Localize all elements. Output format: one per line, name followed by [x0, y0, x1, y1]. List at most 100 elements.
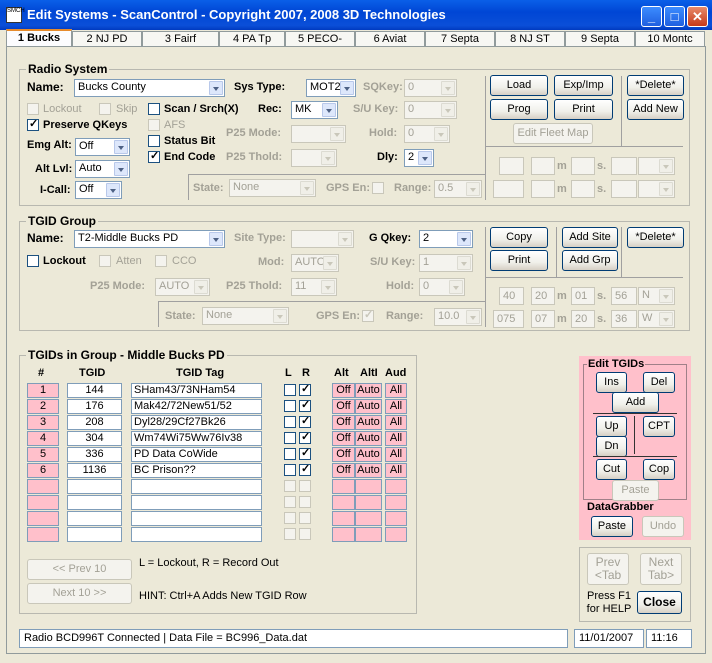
- lockout-checkbox[interactable]: [284, 400, 296, 412]
- alt-level-cell[interactable]: Auto: [355, 447, 382, 462]
- alt-level-cell[interactable]: Auto: [355, 383, 382, 398]
- audio-cell[interactable]: [385, 479, 407, 494]
- site-type-select[interactable]: [291, 230, 354, 248]
- prog-button[interactable]: Prog: [490, 99, 548, 120]
- group-lon-dir-select[interactable]: W: [638, 310, 675, 328]
- del-button[interactable]: Del: [643, 372, 675, 393]
- audio-cell[interactable]: All: [385, 463, 407, 478]
- lockout-checkbox[interactable]: [284, 480, 296, 492]
- record-checkbox[interactable]: ✓: [299, 415, 311, 428]
- tgid-cell[interactable]: 336: [67, 447, 122, 462]
- lockout-checkbox[interactable]: [284, 512, 296, 524]
- add-site-button[interactable]: Add Site: [562, 227, 618, 248]
- tgid-tag-cell[interactable]: [131, 495, 262, 510]
- group-name-select[interactable]: T2-Middle Bucks PD: [74, 230, 225, 248]
- delete-group-button[interactable]: *Delete*: [627, 227, 684, 248]
- alt-level-cell[interactable]: [355, 495, 382, 510]
- dn-button[interactable]: Dn: [596, 436, 627, 457]
- tab-7[interactable]: 7 Septa: [425, 31, 495, 46]
- alt-cell[interactable]: Off: [332, 415, 355, 430]
- sys-type-select[interactable]: MOT2: [306, 79, 356, 97]
- p25-mode-select[interactable]: [291, 125, 346, 143]
- ins-button[interactable]: Ins: [596, 372, 627, 393]
- mod-select[interactable]: AUTO: [291, 254, 339, 272]
- alt-level-cell[interactable]: [355, 527, 382, 542]
- group-lat-deg-input[interactable]: 40: [499, 287, 524, 305]
- lat-min-input[interactable]: [531, 157, 555, 175]
- group-lat-dir-select[interactable]: N: [638, 287, 675, 305]
- group-su-key-select[interactable]: 1: [419, 254, 473, 272]
- lon-sec-input[interactable]: [571, 180, 595, 198]
- group-lat-min-input[interactable]: 20: [531, 287, 555, 305]
- dly-select[interactable]: 2: [404, 149, 434, 167]
- tab-8[interactable]: 8 NJ ST: [495, 31, 565, 46]
- lockout-checkbox[interactable]: [284, 432, 296, 444]
- group-lon-deg-input[interactable]: 075: [493, 310, 524, 328]
- lon-sec2-input[interactable]: [611, 180, 637, 198]
- load-button[interactable]: Load: [490, 75, 548, 96]
- tab-10[interactable]: 10 Montc: [635, 31, 705, 46]
- tgid-tag-cell[interactable]: [131, 479, 262, 494]
- alt-cell[interactable]: Off: [332, 399, 355, 414]
- lockout-checkbox[interactable]: [284, 416, 296, 428]
- alt-cell[interactable]: [332, 479, 355, 494]
- tgid-cell[interactable]: 1136: [67, 463, 122, 478]
- tab-3[interactable]: 3 Fairf: [142, 31, 219, 46]
- lat-sec-input[interactable]: [571, 157, 595, 175]
- lockout-checkbox[interactable]: [284, 448, 296, 460]
- lat-sec2-input[interactable]: [611, 157, 637, 175]
- edit-fleet-map-button[interactable]: Edit Fleet Map: [513, 123, 593, 144]
- tgid-cell[interactable]: [67, 511, 122, 526]
- tgid-tag-cell[interactable]: BC Prison??: [131, 463, 262, 478]
- group-p25-mode-select[interactable]: AUTO: [155, 278, 210, 296]
- group-lon-sec2-input[interactable]: 36: [611, 310, 637, 328]
- undo-button[interactable]: Undo: [642, 516, 684, 537]
- alt-level-cell[interactable]: Auto: [355, 463, 382, 478]
- tgid-cell[interactable]: 176: [67, 399, 122, 414]
- alt-cell[interactable]: Off: [332, 383, 355, 398]
- cop-button[interactable]: Cop: [643, 459, 675, 480]
- group-p25-thold-select[interactable]: 11: [291, 278, 337, 296]
- next-10-button[interactable]: Next 10 >>: [27, 583, 132, 604]
- p25-thold-select[interactable]: [291, 149, 337, 167]
- audio-cell[interactable]: [385, 511, 407, 526]
- lat-deg-input[interactable]: [499, 157, 524, 175]
- tab-6[interactable]: 6 Aviat: [355, 31, 425, 46]
- su-key-select[interactable]: 0: [404, 101, 457, 119]
- emg-alt-select[interactable]: Off: [75, 138, 130, 156]
- close-button[interactable]: Close: [637, 591, 682, 614]
- skip-checkbox[interactable]: [99, 103, 111, 115]
- alt-level-cell[interactable]: [355, 511, 382, 526]
- alt-cell[interactable]: [332, 511, 355, 526]
- afs-checkbox[interactable]: [148, 119, 160, 131]
- atten-checkbox[interactable]: [99, 255, 111, 267]
- rec-select[interactable]: MK: [291, 101, 338, 119]
- state-select[interactable]: None: [229, 179, 316, 197]
- maximize-button[interactable]: □: [664, 6, 685, 27]
- up-button[interactable]: Up: [596, 416, 627, 437]
- alt-level-cell[interactable]: Auto: [355, 431, 382, 446]
- record-checkbox[interactable]: [299, 512, 311, 524]
- group-lockout-checkbox[interactable]: [27, 255, 39, 267]
- record-checkbox[interactable]: ✓: [299, 463, 311, 476]
- alt-level-cell[interactable]: Auto: [355, 399, 382, 414]
- copy-group-button[interactable]: Copy: [490, 227, 548, 248]
- tgid-cell[interactable]: 304: [67, 431, 122, 446]
- print-system-button[interactable]: Print: [554, 99, 613, 120]
- lockout-checkbox[interactable]: [284, 528, 296, 540]
- prev-tab-button[interactable]: Prev <Tab: [587, 553, 629, 585]
- group-state-select[interactable]: None: [202, 307, 289, 325]
- system-name-select[interactable]: Bucks County: [74, 79, 225, 97]
- status-bit-checkbox[interactable]: [148, 135, 160, 147]
- group-range-select[interactable]: 10.0: [434, 308, 482, 326]
- tab-2[interactable]: 2 NJ PD: [72, 31, 142, 46]
- sqkey-select[interactable]: 0: [404, 79, 457, 97]
- tab-5[interactable]: 5 PECO-: [285, 31, 355, 46]
- record-checkbox[interactable]: ✓: [299, 447, 311, 460]
- close-window-button[interactable]: ✕: [687, 6, 708, 27]
- range-select[interactable]: 0.5: [434, 180, 482, 198]
- record-checkbox[interactable]: ✓: [299, 399, 311, 412]
- tgid-tag-cell[interactable]: Dyl28/29Cf27Bk26: [131, 415, 262, 430]
- audio-cell[interactable]: All: [385, 447, 407, 462]
- audio-cell[interactable]: All: [385, 399, 407, 414]
